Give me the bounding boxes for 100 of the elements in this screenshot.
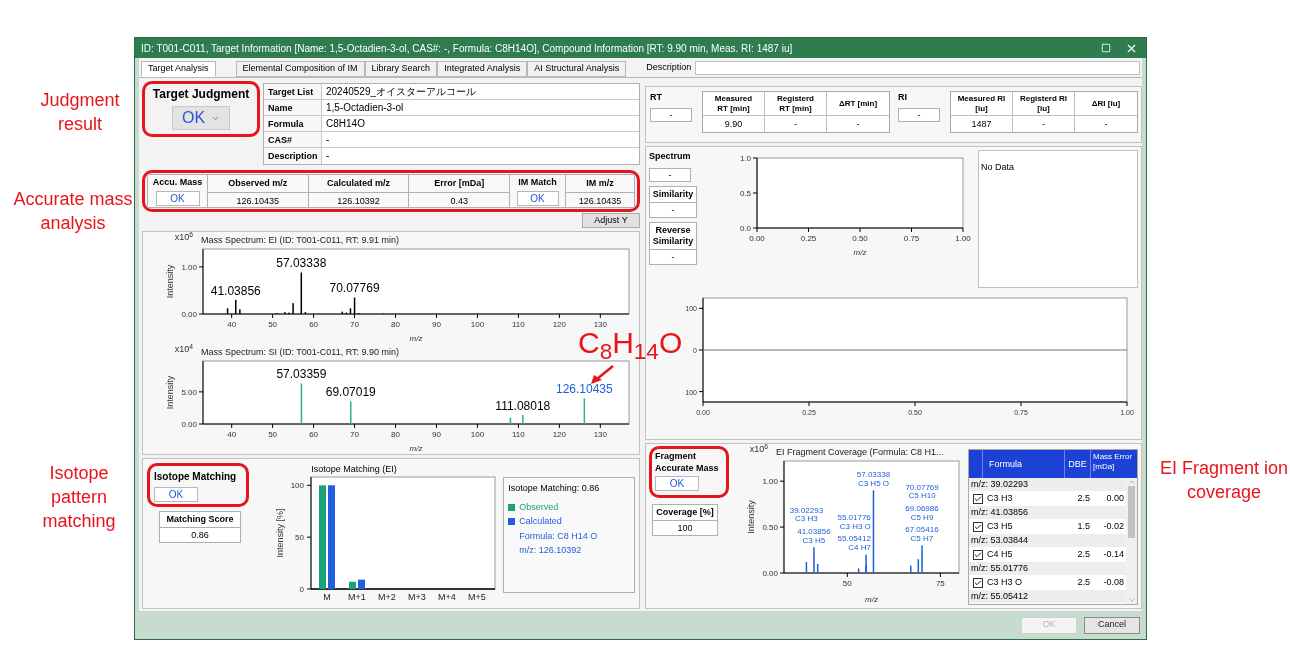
tick-label: 0.50 xyxy=(762,523,779,533)
field-label: Description xyxy=(646,60,692,74)
result-field: - xyxy=(650,107,692,122)
column-header: Calculated m/z xyxy=(308,175,409,193)
row-label: Description xyxy=(264,148,322,164)
category-label: M+2 xyxy=(378,592,397,602)
group-row: m/z: 39.02293 xyxy=(969,478,1126,491)
axis-label: Intensity [%] xyxy=(275,508,286,558)
tick-label: 120 xyxy=(552,430,567,439)
section-title: Fragment Accurate Mass xyxy=(655,450,720,474)
group-row: m/z: 55.05412 xyxy=(969,590,1126,603)
tick-label: 50 xyxy=(842,579,852,588)
table-cell-text: 1.5 xyxy=(1076,519,1091,533)
category-label: M+5 xyxy=(468,592,487,602)
tick-label: 90 xyxy=(432,320,441,329)
field-label: Matching Score xyxy=(160,512,240,528)
tick-label: 100 xyxy=(470,320,485,329)
column-header: Measured RI [iu] xyxy=(951,92,1012,116)
section-title: Accu. Mass xyxy=(152,175,203,189)
tick-label: 90 xyxy=(432,430,441,439)
tick-label: 50 xyxy=(268,430,278,439)
tick-label: 40 xyxy=(227,430,237,439)
info-text: No Data xyxy=(981,162,1015,172)
group-row: m/z: 55.01776 xyxy=(969,562,1126,575)
section-title: Isotope Matching xyxy=(154,470,237,484)
field-label: Similarity xyxy=(650,186,696,203)
tick-label: 75 xyxy=(935,579,945,588)
tick-label: 70 xyxy=(350,430,359,439)
legend-formula: Formula: C8 H14 O xyxy=(519,529,599,543)
table-cell-text: C3 H3 xyxy=(986,491,1014,505)
axis-label: m/z xyxy=(409,444,423,453)
table-cell-text: 0.43 xyxy=(449,195,469,208)
result-field: - xyxy=(649,167,691,182)
peak-label: 69.07019 xyxy=(325,385,376,400)
formula-label: C$_{8}$H$_{14}$O xyxy=(578,328,683,358)
row-label: CAS# xyxy=(264,132,322,147)
table-cell-text: 0.00 xyxy=(1105,491,1125,505)
field-label: Coverage [%] xyxy=(653,505,717,521)
tick-label: 0.00 xyxy=(181,310,197,319)
section-title: RI xyxy=(898,91,908,104)
peak-label: 41.03856 C3 H5 xyxy=(797,526,831,545)
field-value: - xyxy=(670,250,676,264)
column-header: IM m/z xyxy=(566,175,634,193)
scale-label: x10$^{4}$ xyxy=(174,344,193,354)
section-title: IM Match xyxy=(518,175,557,189)
tick-label: 0.00 xyxy=(181,420,197,429)
result-field: - xyxy=(898,107,940,122)
peak-label: 67.05416 C5 H7 xyxy=(905,524,939,543)
table-cell-text: -0.14 xyxy=(1102,547,1125,561)
tick-label: 110 xyxy=(512,430,525,439)
tick-label: 130 xyxy=(593,320,607,329)
callout-text: EI Fragment ion coverage xyxy=(1158,457,1290,504)
table-cell-text: 126.10392 xyxy=(336,195,381,208)
legend-label: Observed xyxy=(519,500,559,514)
row-value: 1,5-Octadien-3-ol xyxy=(325,101,405,115)
table-cell-text: - xyxy=(1041,118,1046,131)
callout-text: Accurate mass analysis xyxy=(12,188,134,235)
column-header: Mass Error [mDa] xyxy=(1092,451,1134,473)
tick-label: 0.00 xyxy=(749,234,765,243)
tick-label: 5.00 xyxy=(181,387,197,397)
tick-label: 40 xyxy=(227,320,237,329)
tick-label: 50 xyxy=(268,320,278,329)
tick-label: 80 xyxy=(391,320,400,329)
axis-label: m/z xyxy=(865,595,878,604)
legend-mz: m/z: 126.10392 xyxy=(519,544,583,557)
column-header: Error [mDa] xyxy=(409,175,509,193)
chart-title: EI Fragment Coverage (Formula: C8 H1... xyxy=(776,445,944,459)
peak-label: 41.03856 xyxy=(210,283,261,298)
section-title: Spectrum xyxy=(649,150,692,163)
table-cell-text: - xyxy=(855,118,861,131)
section-title: Target Judgment xyxy=(152,86,250,103)
table-cell-text: 126.10435 xyxy=(235,195,281,208)
peak-label: 70.07769 C5 H10 xyxy=(905,482,939,501)
category-label: M+3 xyxy=(408,592,427,602)
tick-label: 0.25 xyxy=(800,234,817,243)
axis-label: Intensity xyxy=(746,500,757,534)
tick-label: 0.50 xyxy=(852,234,868,243)
tick-label: 110 xyxy=(512,320,525,329)
table-cell-text: C3 H5 xyxy=(986,519,1014,533)
peak-label: 69.06986 C5 H9 xyxy=(905,503,939,522)
chart-title: Mass Spectrum: SI (ID: T001-C011, RT: 9.90 min) xyxy=(201,345,400,359)
table-cell-text: -0.02 xyxy=(1102,519,1125,533)
legend-label: Calculated xyxy=(519,515,562,528)
tick-label: 0.75 xyxy=(903,234,920,243)
tick-label: 0.0 xyxy=(739,224,751,233)
field-value: 0.86 xyxy=(190,529,210,542)
axis-label: m/z xyxy=(853,248,867,257)
field-label: Reverse Similarity xyxy=(650,222,696,250)
table-cell-text: 2.5 xyxy=(1076,547,1091,561)
tick-label: 0.00 xyxy=(762,569,779,578)
tick-label: 0.5 xyxy=(739,189,751,198)
table-cell-text: 9.90 xyxy=(723,118,744,131)
tick-label: 1.00 xyxy=(762,477,779,487)
tick-label: 100 xyxy=(470,430,485,439)
peak-label: 70.07769 xyxy=(329,281,380,296)
axis-label: m/z xyxy=(409,334,423,343)
category-label: M+1 xyxy=(348,592,367,602)
peak-label: 57.03338 C3 H5 O xyxy=(856,469,891,488)
tick-label: 1.0 xyxy=(739,154,751,163)
peak-label: 55.01776 C3 H3 O xyxy=(837,512,871,531)
